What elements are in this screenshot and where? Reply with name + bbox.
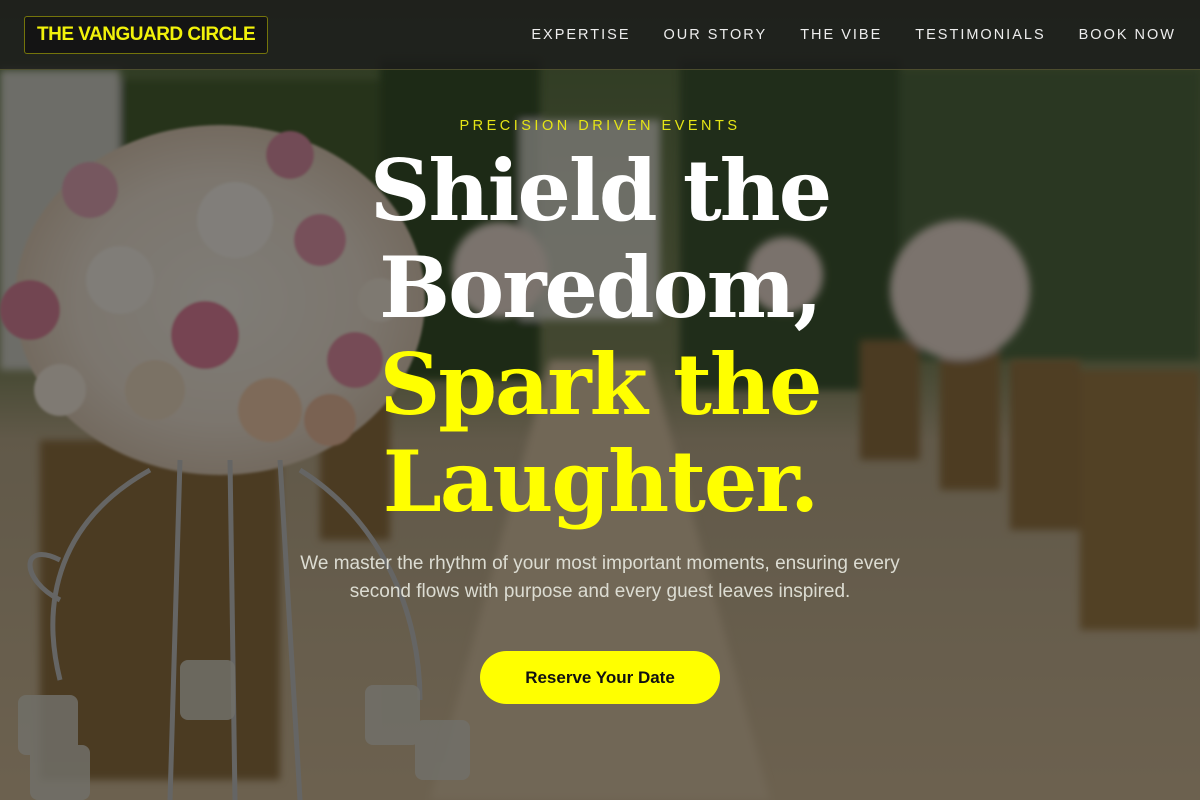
site-header: THE VANGUARD CIRCLE EXPERTISE OUR STORY … [0, 0, 1200, 70]
nav-link-expertise[interactable]: EXPERTISE [531, 27, 630, 43]
hero-subtext: We master the rhythm of your most import… [300, 553, 900, 602]
hero-eyebrow: PRECISION DRIVEN EVENTS [459, 118, 741, 134]
headline-line-3: Spark the [379, 335, 823, 434]
hero-section: PRECISION DRIVEN EVENTS Shield the Bored… [0, 70, 1200, 704]
headline-line-1: Shield the [369, 141, 832, 240]
reserve-date-button[interactable]: Reserve Your Date [480, 651, 720, 704]
hero-headline: Shield the Boredom, Spark the Laughter. [369, 141, 832, 531]
nav-link-our-story[interactable]: OUR STORY [664, 27, 768, 43]
headline-line-4: Laughter. [382, 432, 819, 531]
nav-link-testimonials[interactable]: TESTIMONIALS [915, 27, 1045, 43]
brand-logo[interactable]: THE VANGUARD CIRCLE [24, 15, 269, 54]
nav-link-book-now[interactable]: BOOK NOW [1079, 27, 1176, 43]
brand-logo-text: THE VANGUARD CIRCLE [37, 23, 256, 45]
nav-link-the-vibe[interactable]: THE VIBE [800, 27, 882, 43]
main-nav: EXPERTISE OUR STORY THE VIBE TESTIMONIAL… [498, 27, 1176, 43]
headline-line-2: Boredom, [379, 238, 823, 337]
